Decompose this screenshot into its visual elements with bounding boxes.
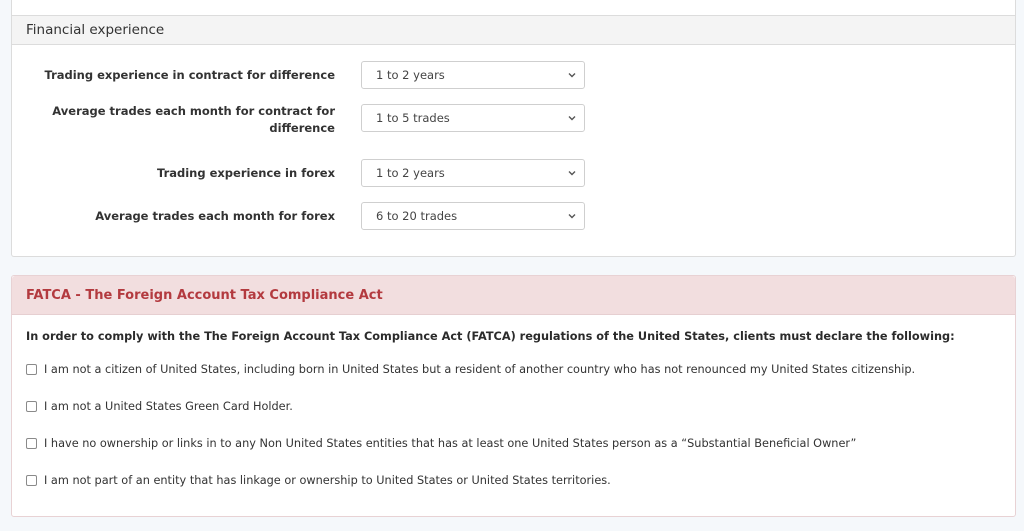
chevron-down-icon	[568, 73, 576, 78]
financial-experience-header: Financial experience	[12, 15, 1015, 45]
forex-experience-value: 1 to 2 years	[376, 166, 445, 180]
cfd-trades-select[interactable]: 1 to 5 trades	[361, 104, 585, 132]
chevron-down-icon	[568, 116, 576, 121]
checkbox-unchecked-icon[interactable]	[26, 401, 37, 412]
cfd-trades-value: 1 to 5 trades	[376, 111, 450, 125]
fatca-card: FATCA - The Foreign Account Tax Complian…	[11, 275, 1016, 517]
cfd-experience-select[interactable]: 1 to 2 years	[361, 61, 585, 89]
forex-trades-select[interactable]: 6 to 20 trades	[361, 202, 585, 230]
fatca-intro-text: In order to comply with the The Foreign …	[26, 330, 955, 343]
fatca-title: FATCA - The Foreign Account Tax Complian…	[26, 287, 383, 303]
declaration-label: I am not a United States Green Card Hold…	[44, 400, 293, 413]
cfd-experience-label: Trading experience in contract for diffe…	[44, 68, 335, 82]
fatca-header: FATCA - The Foreign Account Tax Complian…	[12, 276, 1015, 315]
declaration-label: I have no ownership or links in to any N…	[44, 437, 857, 450]
chevron-down-icon	[568, 214, 576, 219]
checkbox-unchecked-icon[interactable]	[26, 364, 37, 375]
forex-trades-value: 6 to 20 trades	[376, 209, 458, 223]
declaration-label: I am not part of an entity that has link…	[44, 474, 611, 487]
chevron-down-icon	[568, 171, 576, 176]
declaration-label: I am not a citizen of United States, inc…	[44, 363, 916, 376]
forex-trades-label: Average trades each month for forex	[95, 209, 335, 223]
forex-experience-label: Trading experience in forex	[156, 166, 335, 180]
declaration-not-us-citizen[interactable]: I am not a citizen of United States, inc…	[26, 363, 915, 376]
declaration-not-green-card-holder[interactable]: I am not a United States Green Card Hold…	[26, 400, 293, 413]
declaration-no-us-entity-linkage[interactable]: I am not part of an entity that has link…	[26, 474, 611, 487]
declaration-no-us-beneficial-owner[interactable]: I have no ownership or links in to any N…	[26, 437, 856, 450]
checkbox-unchecked-icon[interactable]	[26, 438, 37, 449]
financial-experience-title: Financial experience	[26, 22, 165, 38]
financial-experience-card: Financial experience Trading experience …	[11, 0, 1016, 257]
forex-experience-select[interactable]: 1 to 2 years	[361, 159, 585, 187]
cfd-trades-label: Average trades each month for contract f…	[52, 104, 335, 135]
checkbox-unchecked-icon[interactable]	[26, 475, 37, 486]
cfd-experience-value: 1 to 2 years	[376, 68, 445, 82]
